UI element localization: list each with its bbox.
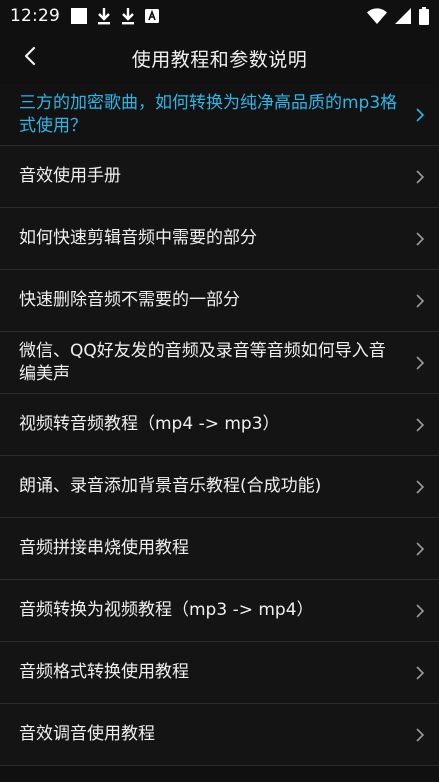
battery-icon <box>419 7 429 25</box>
download-icon <box>120 7 136 25</box>
tutorial-list: 三方的加密歌曲，如何转换为纯净高品质的mp3格式使用？ 音效使用手册 如何快速剪… <box>0 84 439 766</box>
header-bar: 使用教程和参数说明 <box>0 32 439 84</box>
page-title: 使用教程和参数说明 <box>131 48 308 71</box>
chevron-right-icon <box>415 603 425 619</box>
chevron-right-icon <box>415 355 425 371</box>
cellular-signal-icon <box>395 8 411 24</box>
list-item[interactable]: 音效调音使用教程 <box>0 704 439 766</box>
chevron-right-icon <box>415 293 425 309</box>
back-button[interactable] <box>14 42 46 74</box>
chevron-right-icon <box>415 169 425 185</box>
a-badge-icon <box>144 8 160 24</box>
list-item[interactable]: 快速删除音频不需要的一部分 <box>0 270 439 332</box>
list-item-label: 音效使用手册 <box>19 166 121 186</box>
status-icons-left <box>70 7 160 25</box>
list-item-label: 音效调音使用教程 <box>19 724 155 744</box>
list-item-label: 音频格式转换使用教程 <box>19 662 189 682</box>
wifi-icon <box>367 8 387 24</box>
status-bar: 12:29 <box>0 0 439 32</box>
chevron-right-icon <box>415 231 425 247</box>
chevron-right-icon <box>415 727 425 743</box>
list-item-label: 视频转音频教程（mp4 -> mp3） <box>19 414 280 434</box>
chevron-right-icon <box>415 417 425 433</box>
status-time: 12:29 <box>10 6 60 26</box>
list-item-label: 朗诵、录音添加背景音乐教程(合成功能) <box>19 476 322 496</box>
list-item-label: 如何快速剪辑音频中需要的部分 <box>19 228 257 248</box>
list-item[interactable]: 微信、QQ好友发的音频及录音等音频如何导入音编美声 <box>0 332 439 394</box>
list-item-label: 快速删除音频不需要的一部分 <box>19 290 240 310</box>
status-icons-right <box>367 7 429 25</box>
list-item[interactable]: 音频拼接串烧使用教程 <box>0 518 439 580</box>
list-item[interactable]: 三方的加密歌曲，如何转换为纯净高品质的mp3格式使用？ <box>0 84 439 146</box>
list-item[interactable]: 音效使用手册 <box>0 146 439 208</box>
chevron-right-icon <box>415 665 425 681</box>
chevron-left-icon <box>24 46 36 70</box>
chevron-right-icon <box>415 107 425 123</box>
list-item[interactable]: 朗诵、录音添加背景音乐教程(合成功能) <box>0 456 439 518</box>
list-item[interactable]: 音频格式转换使用教程 <box>0 642 439 704</box>
chevron-right-icon <box>415 479 425 495</box>
list-item[interactable]: 视频转音频教程（mp4 -> mp3） <box>0 394 439 456</box>
list-item-label: 音频拼接串烧使用教程 <box>19 538 189 558</box>
list-item-label: 三方的加密歌曲，如何转换为纯净高品质的mp3格式使用？ <box>19 92 398 136</box>
notification-square-icon <box>70 7 88 25</box>
list-item[interactable]: 如何快速剪辑音频中需要的部分 <box>0 208 439 270</box>
chevron-right-icon <box>415 541 425 557</box>
list-item-label: 微信、QQ好友发的音频及录音等音频如何导入音编美声 <box>19 340 386 384</box>
list-item-label: 音频转换为视频教程（mp3 -> mp4） <box>19 600 314 620</box>
list-item[interactable]: 音频转换为视频教程（mp3 -> mp4） <box>0 580 439 642</box>
download-icon <box>96 7 112 25</box>
